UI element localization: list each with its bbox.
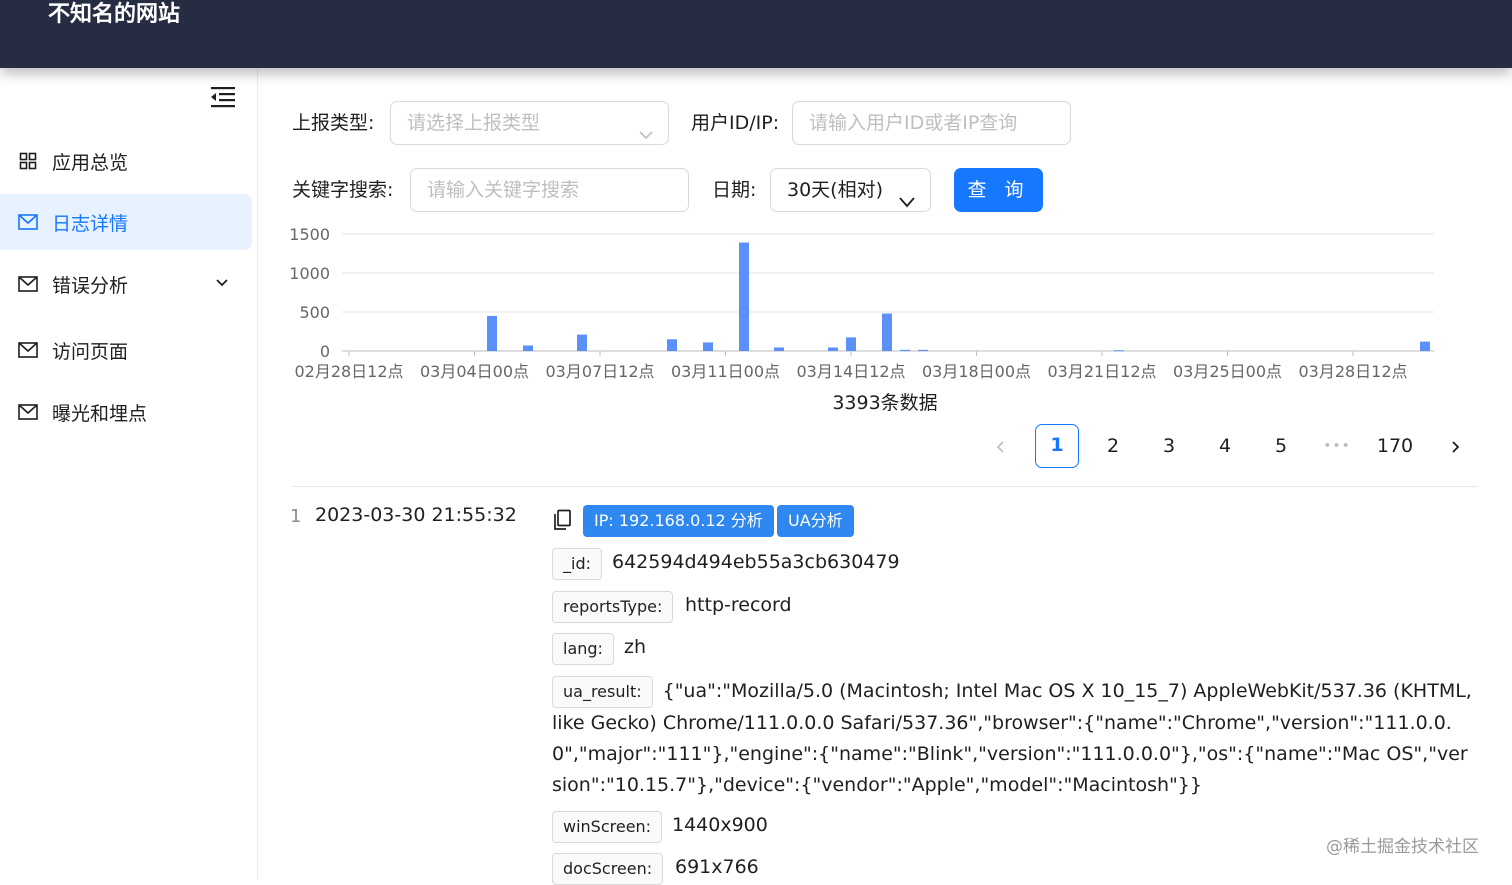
field-value-id: 642594d494eb55a3cb630479 [612, 551, 900, 573]
date-range-value: 30天(相对) [787, 179, 884, 201]
page-ellipsis[interactable]: ••• [1315, 424, 1359, 468]
site-title: 不知名的网站 [48, 2, 181, 27]
sidebar-item-visit-pages[interactable]: 访问页面 [0, 322, 252, 378]
field-key-ua-result: ua_result: [552, 676, 653, 708]
keyword-input[interactable]: 请输入关键字搜索 [410, 168, 689, 212]
sidebar-item-label: 访问页面 [52, 340, 129, 363]
top-header: 不知名的网站 [0, 0, 1512, 68]
user-id-placeholder: 请输入用户ID或者IP查询 [809, 112, 1018, 134]
field-key-lang: lang: [552, 633, 614, 665]
ua-analysis-button[interactable]: UA分析 [777, 505, 854, 537]
page-button-last[interactable]: 170 [1373, 424, 1417, 468]
page-button-5[interactable]: 5 [1259, 424, 1303, 468]
chart-bar [667, 339, 677, 351]
chart-bar [1420, 341, 1430, 351]
report-type-label: 上报类型: [292, 112, 375, 134]
sidebar-item-label: 应用总览 [52, 151, 129, 174]
x-tick-label: 03月21日12点 [1047, 362, 1156, 381]
chevron-down-icon [214, 274, 230, 290]
chart-caption: 3393条数据 [832, 392, 937, 414]
main-content: 上报类型: 请选择上报类型 用户ID/IP: 请输入用户ID或者IP查询 关键字… [258, 68, 1512, 885]
report-type-select[interactable]: 请选择上报类型 [390, 101, 669, 145]
field-value-ua-result: {"ua":"Mozilla/5.0 (Macintosh; Intel Mac… [552, 680, 1472, 796]
page-button-4[interactable]: 4 [1203, 424, 1247, 468]
field-key-win-screen: winScreen: [552, 811, 663, 843]
chart-bar [774, 347, 784, 351]
divider [292, 486, 1478, 487]
field-key-doc-screen: docScreen: [552, 853, 664, 885]
page-button-1[interactable]: 1 [1035, 424, 1079, 468]
x-tick-label: 03月28日12点 [1298, 362, 1407, 381]
user-id-input[interactable]: 请输入用户ID或者IP查询 [792, 101, 1071, 145]
ua-result-block: ua_result: {"ua":"Mozilla/5.0 (Macintosh;… [552, 676, 1472, 801]
chart-bar [918, 349, 928, 351]
field-value-doc-screen: 691x766 [675, 856, 759, 878]
chart-bar [900, 349, 910, 351]
y-tick-label: 1500 [289, 225, 330, 244]
report-type-placeholder: 请选择上报类型 [407, 112, 541, 134]
x-tick-label: 03月18日00点 [922, 362, 1031, 381]
chart-bar [487, 315, 497, 351]
y-tick-label: 0 [320, 342, 330, 361]
chart-bar [828, 347, 838, 351]
sidebar-item-error-analysis[interactable]: 错误分析 [0, 256, 252, 312]
chart-bar [577, 334, 587, 351]
x-tick-label: 03月14日12点 [796, 362, 905, 381]
keyword-label: 关键字搜索: [292, 179, 394, 201]
x-tick-label: 03月25日00点 [1173, 362, 1282, 381]
date-range-select[interactable]: 30天(相对) [770, 168, 931, 212]
chart-bar [1114, 350, 1124, 352]
next-page-icon[interactable] [1433, 424, 1477, 468]
user-id-label: 用户ID/IP: [691, 112, 780, 134]
menu-collapse-icon[interactable] [208, 84, 238, 110]
chart-bar [739, 242, 749, 351]
sidebar: 应用总览 日志详情 错误分析 访问页面 曝光和埋点 [0, 68, 258, 879]
chart-bar [523, 345, 533, 351]
field-value-reports-type: http-record [685, 594, 792, 616]
chart-bar [846, 337, 856, 351]
prev-page-icon[interactable] [979, 424, 1023, 468]
sidebar-item-log-detail[interactable]: 日志详情 [0, 194, 252, 250]
field-key-id: _id: [552, 548, 602, 580]
page-button-3[interactable]: 3 [1147, 424, 1191, 468]
keyword-placeholder: 请输入关键字搜索 [427, 179, 580, 201]
sidebar-item-overview[interactable]: 应用总览 [0, 133, 252, 189]
sidebar-item-label: 错误分析 [52, 274, 129, 297]
chevron-down-icon [638, 116, 654, 158]
mail-icon [18, 402, 38, 422]
log-index: 1 [290, 506, 302, 527]
watermark-text: @稀土掘金技术社区 [1326, 837, 1479, 857]
query-button[interactable]: 查 询 [954, 168, 1043, 212]
grid-icon [18, 151, 38, 171]
sidebar-item-label: 日志详情 [52, 212, 129, 235]
chart-bar [703, 342, 713, 351]
x-tick-label: 02月28日12点 [294, 362, 403, 381]
sidebar-item-exposure-tracking[interactable]: 曝光和埋点 [0, 384, 252, 440]
copy-icon[interactable] [552, 509, 572, 531]
date-label: 日期: [712, 179, 757, 201]
sidebar-item-label: 曝光和埋点 [52, 402, 148, 425]
x-tick-label: 03月07日12点 [545, 362, 654, 381]
field-value-win-screen: 1440x900 [672, 814, 768, 836]
field-value-lang: zh [624, 636, 647, 658]
log-count-bar-chart: 1500 1000 500 002月28日12点 03月04日00点 03月07日12点 0… [289, 225, 1434, 414]
chart-bar [882, 313, 892, 351]
field-key-reports-type: reportsType: [552, 591, 674, 623]
mail-icon [18, 274, 38, 294]
x-tick-label: 03月11日00点 [671, 362, 780, 381]
log-time: 2023-03-30 21:55:32 [315, 504, 517, 526]
y-tick-label: 1000 [289, 264, 330, 283]
x-tick-label: 03月04日00点 [420, 362, 529, 381]
y-tick-label: 500 [299, 303, 330, 322]
mail-icon [18, 340, 38, 360]
page-button-2[interactable]: 2 [1091, 424, 1135, 468]
mail-icon [18, 212, 38, 232]
ip-analysis-button[interactable]: IP: 192.168.0.12 分析 [583, 505, 774, 537]
